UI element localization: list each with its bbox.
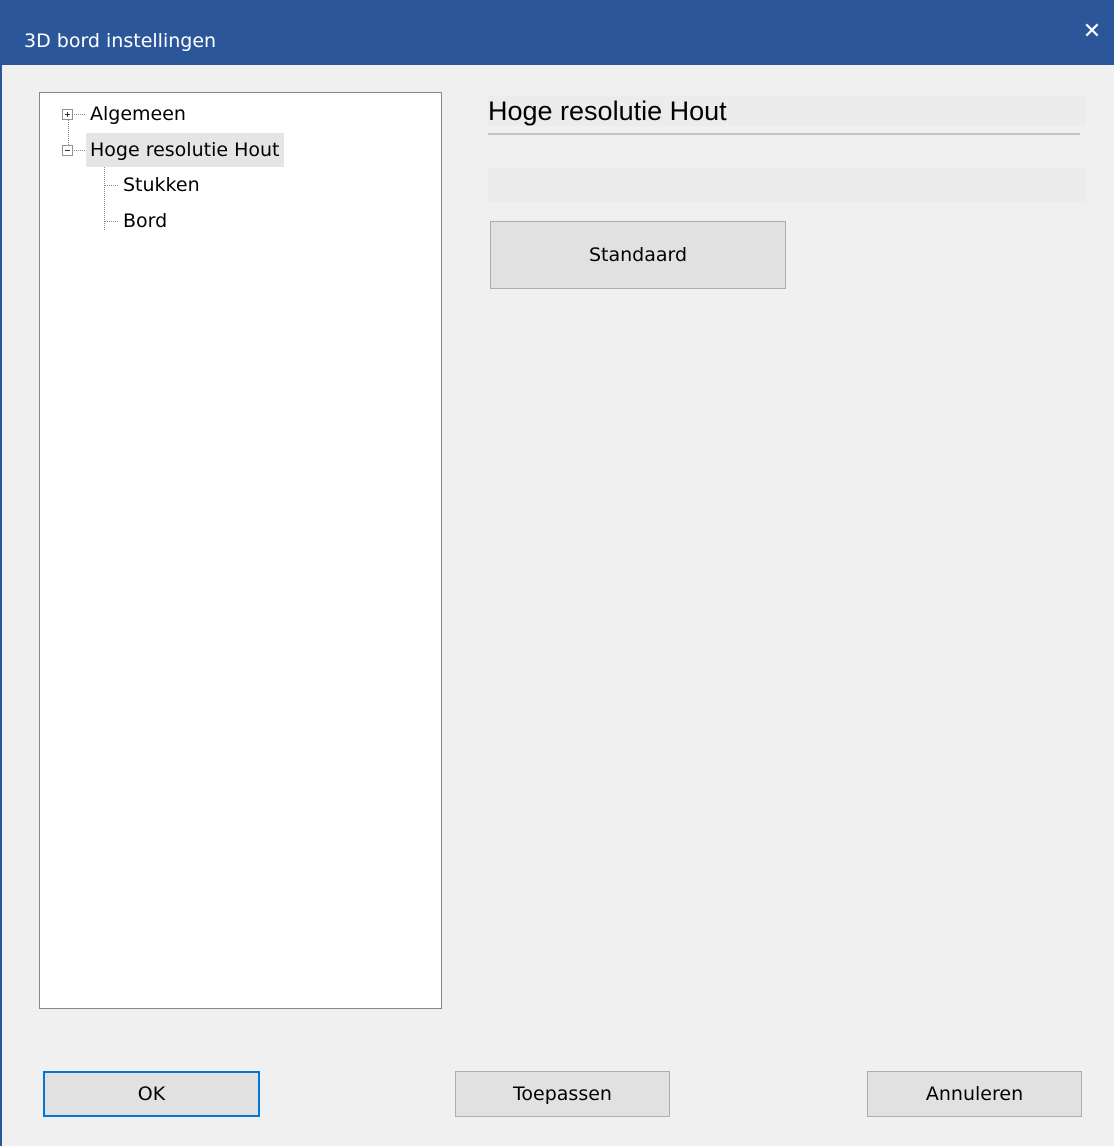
heading-divider — [488, 133, 1080, 135]
settings-dialog: 3D bord instellingen ✕ Algemeen Hoge res… — [0, 0, 1114, 1146]
tree-item-stukken[interactable]: Stukken — [119, 168, 204, 202]
plus-expander-icon[interactable] — [62, 109, 73, 120]
ok-button[interactable]: OK — [43, 1071, 260, 1117]
tree-item-bord[interactable]: Bord — [119, 204, 171, 238]
page-title: Hoge resolutie Hout — [488, 96, 727, 126]
cancel-button[interactable]: Annuleren — [867, 1071, 1082, 1117]
restore-defaults-button[interactable]: Standaard — [490, 221, 786, 289]
minus-expander-icon[interactable] — [62, 145, 73, 156]
tree-item-algemeen[interactable]: Algemeen — [86, 97, 190, 131]
tree-item-label: Stukken — [123, 174, 200, 196]
tree-connector — [104, 185, 118, 186]
title-bar[interactable]: 3D bord instellingen ✕ — [2, 0, 1114, 65]
tree-item-hoge-resolutie-hout[interactable]: Hoge resolutie Hout — [86, 133, 284, 167]
description-band — [488, 168, 1086, 202]
apply-button[interactable]: Toepassen — [455, 1071, 670, 1117]
tree-item-label: Bord — [123, 210, 168, 232]
settings-tree[interactable]: Algemeen Hoge resolutie Hout Stukken Bor… — [39, 92, 442, 1009]
close-icon[interactable]: ✕ — [1070, 10, 1114, 54]
tree-connector — [104, 221, 118, 222]
tree-item-label: Hoge resolutie Hout — [86, 133, 284, 167]
tree-item-label: Algemeen — [90, 103, 186, 125]
tree-connector — [74, 114, 85, 115]
window-title: 3D bord instellingen — [24, 30, 217, 52]
tree-connector — [74, 150, 85, 151]
